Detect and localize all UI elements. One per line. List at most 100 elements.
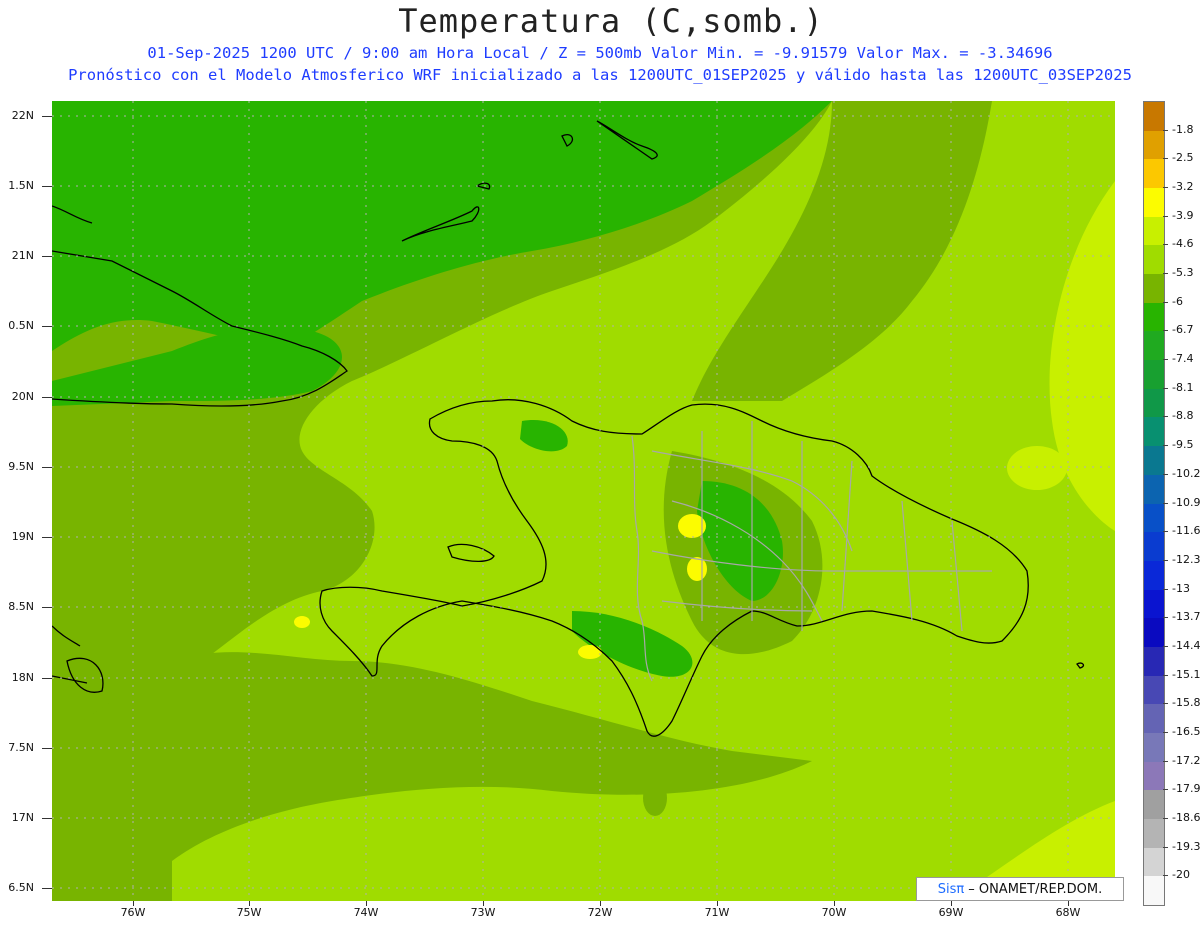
lon-tick [717, 901, 718, 906]
legend-tick [1163, 445, 1168, 447]
lat-tick [42, 818, 52, 819]
legend-label: -10.2 [1172, 466, 1200, 480]
lat-tick [42, 607, 52, 608]
lat-label: 22N [11, 109, 34, 122]
map-title: Temperatura (C,somb.) [398, 2, 824, 40]
legend-label: -3.9 [1172, 208, 1194, 222]
legend-tick [1163, 617, 1168, 619]
subtitle-model-info: Pronóstico con el Modelo Atmosferico WRF… [68, 66, 1132, 84]
lat-label: 17N [11, 811, 34, 824]
lat-label: 19N [11, 530, 34, 543]
color-legend [1143, 101, 1165, 906]
legend-label: -4.6 [1172, 237, 1194, 251]
lat-tick [42, 748, 52, 749]
lat-tick [42, 397, 52, 398]
lat-tick [42, 537, 52, 538]
credit-text: – ONAMET/REP.DOM. [968, 881, 1103, 897]
field-south-dot [643, 780, 667, 816]
legend-color-box [1144, 732, 1164, 763]
lat-label: 6.5N [8, 881, 34, 894]
legend-tick [1163, 588, 1168, 590]
legend-color-box [1144, 474, 1164, 504]
legend-color-box [1144, 761, 1164, 791]
lon-tick [133, 901, 134, 906]
lat-label: 8.5N [8, 600, 34, 613]
lon-tick [483, 901, 484, 906]
legend-label: -13 [1172, 581, 1190, 595]
legend-tick [1163, 846, 1168, 848]
legend-label: -2.5 [1172, 151, 1194, 165]
field-yellow-4 [294, 616, 310, 628]
legend-tick [1163, 674, 1168, 676]
legend-color-box [1144, 159, 1164, 189]
legend-label: -9.5 [1172, 438, 1194, 452]
legend-tick [1163, 416, 1168, 418]
lon-label: 71W [704, 906, 730, 919]
lat-label: 0.5N [8, 319, 34, 332]
legend-tick [1163, 158, 1168, 160]
lon-label: 73W [470, 906, 496, 919]
legend-label: -18.6 [1172, 810, 1200, 824]
lat-label: 1.5N [8, 179, 34, 192]
legend-tick [1163, 502, 1168, 504]
legend-tick [1163, 215, 1168, 217]
legend-color-box [1144, 704, 1164, 734]
legend-tick [1163, 387, 1168, 389]
legend-color-box [1144, 618, 1164, 648]
legend-tick [1163, 330, 1168, 332]
lon-label: 69W [938, 906, 964, 919]
subtitle-time-values: 01-Sep-2025 1200 UTC / 9:00 am Hora Loca… [147, 44, 1053, 62]
legend-tick [1163, 789, 1168, 791]
legend-color-box [1144, 675, 1164, 705]
legend-tick [1163, 703, 1168, 705]
lon-label: 72W [587, 906, 613, 919]
legend-color-box [1144, 188, 1164, 218]
legend-color-box [1144, 646, 1164, 677]
legend-label: -10.9 [1172, 495, 1200, 509]
legend-label: -17.9 [1172, 782, 1200, 796]
legend-tick [1163, 875, 1168, 877]
field-yellow-3 [578, 645, 602, 659]
legend-color-box [1144, 503, 1164, 533]
lon-label: 70W [821, 906, 847, 919]
lat-label: 21N [11, 249, 34, 262]
lon-label: 75W [236, 906, 262, 919]
legend-color-box [1144, 302, 1164, 332]
lat-tick [42, 467, 52, 468]
lon-tick [834, 901, 835, 906]
sispi-logo: Sisπ [937, 881, 965, 897]
legend-label: -1.8 [1172, 122, 1194, 136]
legend-color-box [1144, 388, 1164, 418]
legend-color-box [1144, 589, 1164, 619]
legend-color-box [1144, 560, 1164, 591]
lon-label: 76W [120, 906, 146, 919]
lon-tick [951, 901, 952, 906]
lon-label: 74W [353, 906, 379, 919]
lat-label: 7.5N [8, 741, 34, 754]
temperature-map [52, 101, 1115, 901]
legend-label: -14.4 [1172, 638, 1200, 652]
legend-color-box [1144, 876, 1164, 906]
legend-tick [1163, 301, 1168, 303]
lon-tick [249, 901, 250, 906]
legend-color-box [1144, 446, 1164, 476]
legend-label: -17.2 [1172, 753, 1200, 767]
lat-label: 18N [11, 671, 34, 684]
legend-tick [1163, 273, 1168, 275]
legend-tick [1163, 760, 1168, 762]
legend-color-box [1144, 532, 1164, 562]
legend-label: -6 [1172, 294, 1183, 308]
legend-tick [1163, 531, 1168, 533]
legend-color-box [1144, 274, 1164, 304]
legend-label: -7.4 [1172, 352, 1194, 366]
lat-label: 9.5N [8, 460, 34, 473]
lon-tick [1068, 901, 1069, 906]
legend-color-box [1144, 216, 1164, 246]
legend-tick [1163, 129, 1168, 131]
legend-label: -8.8 [1172, 409, 1194, 423]
legend-label: -15.1 [1172, 667, 1200, 681]
legend-label: -3.2 [1172, 180, 1194, 194]
legend-color-box [1144, 818, 1164, 849]
legend-label: -5.3 [1172, 266, 1194, 280]
legend-tick [1163, 187, 1168, 189]
